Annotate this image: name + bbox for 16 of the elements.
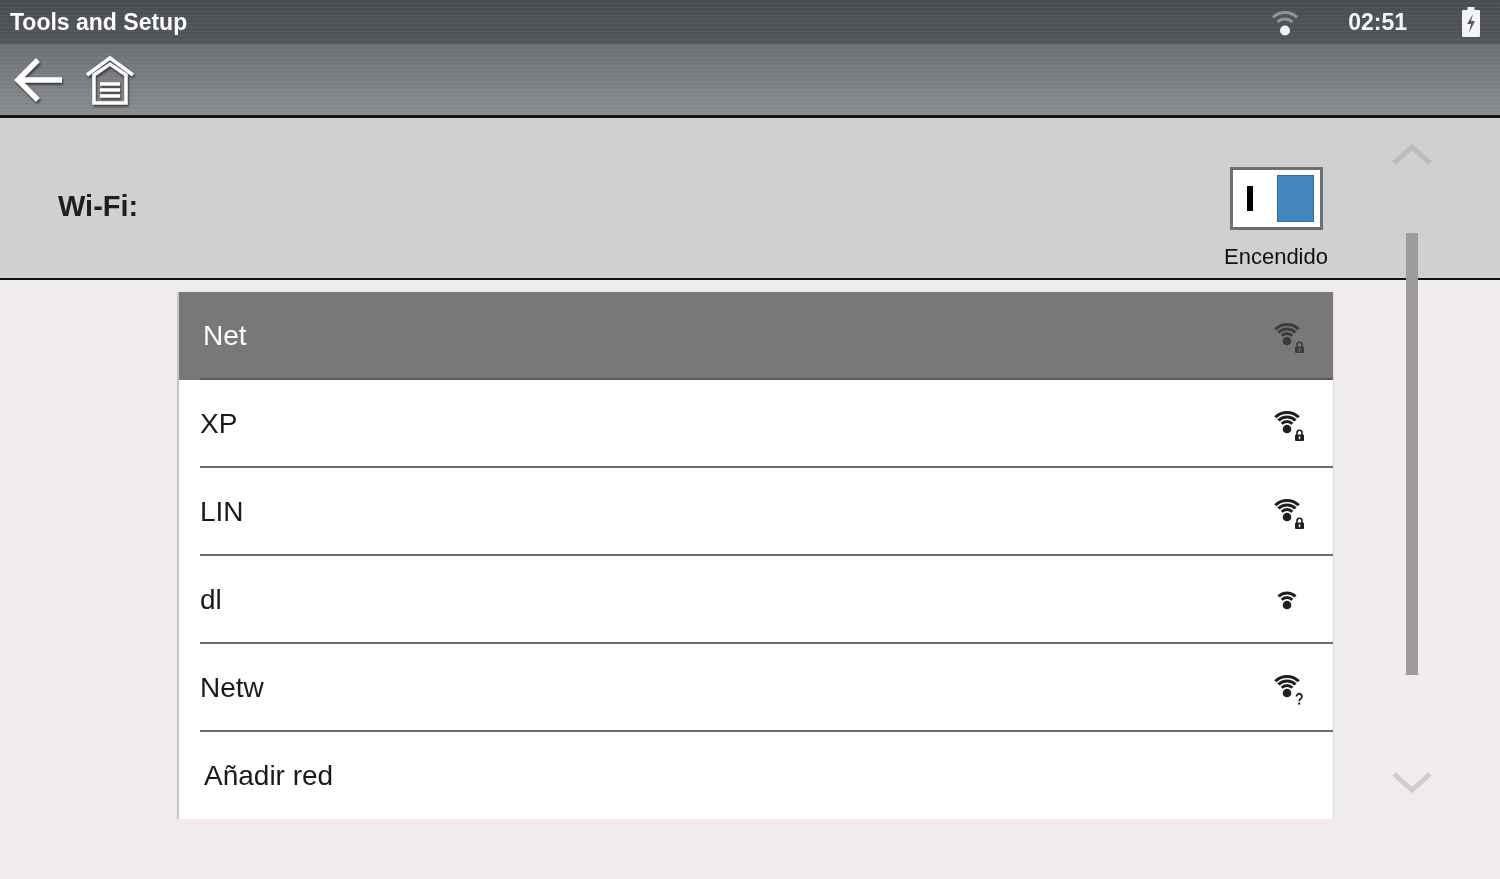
network-name: Net xyxy=(203,320,247,352)
network-item[interactable]: Net xyxy=(179,292,1333,380)
toggle-state-label: Encendido xyxy=(1224,244,1328,270)
network-name: XP xyxy=(200,408,238,440)
wifi-label: Wi-Fi: xyxy=(58,190,139,223)
network-name: Netw xyxy=(200,672,264,704)
scrollbar-thumb[interactable] xyxy=(1406,233,1418,675)
network-name: dl xyxy=(200,584,222,616)
wifi-toggle[interactable] xyxy=(1229,167,1323,230)
network-name: LIN xyxy=(200,496,244,528)
back-arrow-icon[interactable] xyxy=(12,56,62,103)
screen-title: Tools and Setup xyxy=(10,8,188,36)
clock-time: 02:51 xyxy=(1348,8,1407,36)
garage-icon[interactable] xyxy=(85,54,135,105)
wifi-status-icon xyxy=(1270,8,1301,36)
battery-charging-icon xyxy=(1462,7,1480,37)
